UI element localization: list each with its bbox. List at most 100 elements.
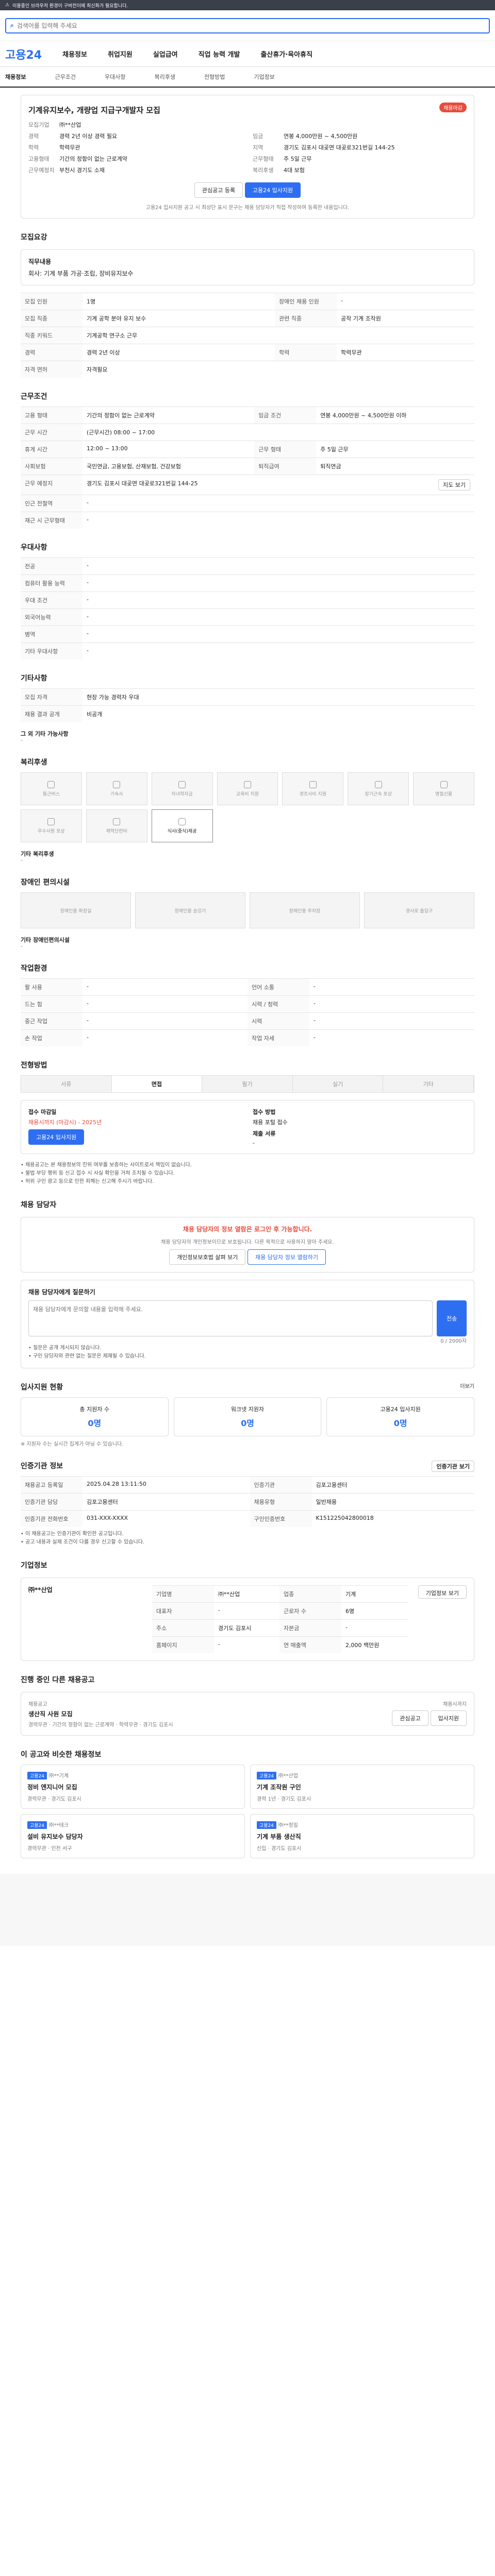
site-logo[interactable]: 고용24 bbox=[5, 46, 42, 62]
welfare-section-title: 복리후생 bbox=[21, 758, 47, 767]
search-input[interactable] bbox=[16, 22, 485, 29]
gift-icon bbox=[309, 781, 317, 788]
apply-button[interactable]: 고용24 입사지원 bbox=[244, 182, 301, 198]
view-contact-button[interactable]: 채용 담당자 정보 열람하기 bbox=[248, 1249, 326, 1265]
browser-warning-bar: ⚠ 이용중인 브라우저 환경이 구버전이에 최신화가 필요합니다. bbox=[0, 0, 495, 10]
table-row: 채용공고 등록일 2025.04.28 13:11:50 인증기관 김포고용센터 bbox=[21, 1476, 474, 1494]
table-row: 팔 사용 - 언어 소통 - bbox=[21, 978, 474, 996]
nav-vocational-training[interactable]: 직업 능력 개발 bbox=[199, 49, 240, 59]
tab-conditions[interactable]: 근무조건 bbox=[55, 73, 75, 81]
send-button[interactable]: 전송 bbox=[437, 1300, 467, 1336]
related-job-card[interactable]: 채용공고 생산직 사원 모집 경력무관 · 기간의 정함이 없는 근로계약 · … bbox=[21, 1692, 474, 1736]
table-row: 주소 경기도 김포시 자본금 - bbox=[152, 1619, 408, 1637]
table-row: 손 작업 - 작업 자세 - bbox=[21, 1029, 474, 1046]
etc-table: 모집 자격 현장 가능 경력자 우대 채용 결과 공개 비공개 bbox=[21, 688, 474, 722]
recommend-card[interactable]: 고용24 ㈜**산업 기계 조작원 구인 경력 1년 · 경기도 김포시 bbox=[250, 1765, 474, 1809]
welfare-item: 경조사비 지원 bbox=[282, 772, 344, 805]
tab-preferences[interactable]: 우대사항 bbox=[105, 73, 125, 81]
table-row: 드는 힘 - 시력 / 청력 - bbox=[21, 995, 474, 1013]
disability-item: 경사로 출입구 bbox=[364, 892, 474, 928]
env-table: 팔 사용 - 언어 소통 - 드는 힘 - 시력 / 청력 - 중근 작업 - 시력 - 손 작업… bbox=[21, 978, 474, 1046]
table-row: 근무 예정지 경기도 김포시 대곶면 대곶로321번길 144-25 지도 보기 bbox=[21, 474, 474, 495]
table-row: 인증기관 담당 김포고용센터 채용유형 일반채용 bbox=[21, 1493, 474, 1511]
browser-warning-text: 이용중인 브라우저 환경이 구버전이에 최신화가 필요합니다. bbox=[12, 3, 128, 9]
disability-section-title: 장애인 편의시설 bbox=[21, 878, 70, 887]
summary-item: 임금 연봉 4,000만원 ~ 4,500만원 bbox=[253, 133, 358, 140]
tab-company[interactable]: 기업정보 bbox=[254, 73, 274, 81]
scrap-button-related[interactable]: 관심공고 bbox=[392, 1710, 428, 1726]
recommend-section-title: 이 공고와 비슷한 채용정보 bbox=[21, 1751, 102, 1759]
tab-welfare[interactable]: 복리후생 bbox=[154, 73, 175, 81]
stat-card: 워크넷 지원자 0명 bbox=[173, 1397, 322, 1436]
basic-table: 채용공고 등록일 2025.04.28 13:11:50 인증기관 김포고용센터 인증… bbox=[21, 1476, 474, 1527]
nav-parental-leave[interactable]: 출산휴가·육아휴직 bbox=[260, 49, 312, 59]
step-item: 실기 bbox=[292, 1076, 384, 1092]
job-summary-grid: 모집기업 ㈜**산업 경력 경력 2년 이상 경력 필요 임금 연봉 4,000만원 … bbox=[28, 121, 467, 174]
table-row: 휴게 시간 12:00 ~ 13:00 근무 형태 주 5일 근무 bbox=[21, 440, 474, 458]
table-row: 직종 키워드 기계공학 연구소 근무 bbox=[21, 327, 474, 344]
welfare-item: 통근버스 bbox=[21, 772, 82, 805]
agency-button[interactable]: 인증기관 보기 bbox=[432, 1461, 474, 1472]
privacy-law-button[interactable]: 개인정보보호법 살펴 보기 bbox=[169, 1249, 246, 1265]
apply-button-related[interactable]: 입사지원 bbox=[430, 1710, 467, 1726]
conditions-section-title: 근무조건 bbox=[21, 393, 47, 401]
recommend-card[interactable]: 고용24 ㈜**기계 정비 엔지니어 모집 경력무관 · 경기도 김포시 bbox=[21, 1765, 245, 1809]
table-row: 전공 - bbox=[21, 557, 474, 575]
trophy-icon bbox=[47, 818, 55, 825]
step-item: 필기 bbox=[202, 1076, 293, 1092]
table-row: 대표자 - 근로자 수 6명 bbox=[152, 1602, 408, 1620]
nav-employment-support[interactable]: 취업지원 bbox=[108, 49, 133, 59]
question-textarea[interactable] bbox=[28, 1300, 433, 1336]
scrap-button[interactable]: 관심공고 등록 bbox=[194, 182, 243, 198]
warning-icon: ⚠ bbox=[5, 3, 10, 8]
tab-process[interactable]: 전형방법 bbox=[204, 73, 225, 81]
preferences-table: 전공 - 컴퓨터 활용 능력 - 우대 조건 - 외국어능력 - 병역 - 기타 우대사항… bbox=[21, 557, 474, 659]
education-icon bbox=[243, 781, 251, 788]
disability-item: 장애인용 승강기 bbox=[135, 892, 245, 928]
bus-icon bbox=[47, 781, 55, 788]
etc-sub-value: - bbox=[21, 738, 23, 743]
table-row: 외국어능력 - bbox=[21, 608, 474, 626]
etc-section-title: 기타사항 bbox=[21, 674, 47, 683]
company-info-button[interactable]: 기업정보 보기 bbox=[418, 1585, 467, 1599]
search-icon[interactable]: ⌕ bbox=[10, 22, 14, 29]
step-item: 기타 bbox=[383, 1076, 474, 1092]
recommend-grid: 고용24 ㈜**기계 정비 엔지니어 모집 경력무관 · 경기도 김포시 고용24 … bbox=[21, 1765, 474, 1858]
recommend-card[interactable]: 고용24 ㈜**정밀 기계 부품 생산직 신입 · 경기도 김포시 bbox=[250, 1814, 474, 1858]
table-row: 기업명 ㈜**산업 업종 기계 bbox=[152, 1585, 408, 1603]
stats-more-link[interactable]: 더보기 bbox=[460, 1382, 474, 1389]
welfare-item: 장기근속 포상 bbox=[348, 772, 409, 805]
welfare-item: 자녀학자금 bbox=[151, 772, 213, 805]
meal-icon bbox=[178, 818, 186, 825]
disability-etc-title: 기타 장애인편의시설 bbox=[21, 937, 70, 943]
job-title: 기계유지보수, 개량업 지급구개발자 모집 bbox=[28, 106, 160, 115]
process-section-title: 전형방법 bbox=[21, 1061, 47, 1070]
page-footer bbox=[0, 1874, 495, 1946]
stat-card: 고용24 입사지원 0명 bbox=[326, 1397, 474, 1436]
duty-box: 직무내용 회사: 기계 부품 가공·조립, 장비유지보수 bbox=[21, 249, 474, 285]
nav-jobs[interactable]: 채용정보 bbox=[62, 49, 87, 59]
table-row: 병역 - bbox=[21, 625, 474, 643]
disability-item: 장애인용 주차장 bbox=[250, 892, 360, 928]
disability-etc-value: - bbox=[21, 944, 23, 950]
env-section-title: 작업환경 bbox=[21, 964, 47, 973]
welfare-item: 명절선물 bbox=[413, 772, 474, 805]
welfare-grid: 통근버스 기숙사 자녀학자금 교육비 지원 경조사비 지원 장기근속 포상 명절… bbox=[21, 772, 474, 842]
table-row: 채용 결과 공개 비공개 bbox=[21, 705, 474, 722]
table-row: 중근 작업 - 시력 - bbox=[21, 1012, 474, 1030]
map-button[interactable]: 지도 보기 bbox=[438, 479, 470, 490]
recommend-card[interactable]: 고용24 ㈜**테크 설비 유지보수 담당자 경력무관 · 인천 서구 bbox=[21, 1814, 245, 1858]
question-box: 채용 담당자에게 질문하기 전송 0 / 2000자 • 질문은 공개 게시되지… bbox=[21, 1280, 474, 1368]
related-section-title: 진행 중인 다른 채용공고 bbox=[21, 1676, 95, 1684]
char-counter: 0 / 2000자 bbox=[440, 1338, 467, 1344]
process-apply-button[interactable]: 고용24 입사지원 bbox=[28, 1129, 85, 1145]
summary-item: 고용형태 기간의 정함이 없는 근로계약 bbox=[28, 156, 127, 162]
welfare-item-active: 식사(중식)제공 bbox=[151, 809, 213, 842]
basic-section-title: 인증기관 정보 인증기관 보기 bbox=[21, 1461, 474, 1472]
table-row: 경력 경력 2년 이상 학력 학력무관 bbox=[21, 344, 474, 361]
award-icon bbox=[374, 781, 382, 788]
table-row: 고용 형태 기간의 정함이 없는 근로계약 임금 조건 연봉 4,000만원 ~ 4,… bbox=[21, 406, 474, 424]
search-box[interactable]: ⌕ bbox=[5, 18, 490, 33]
tab-recruit[interactable]: 채용정보 bbox=[5, 73, 26, 81]
nav-unemployment-benefits[interactable]: 실업급여 bbox=[153, 49, 178, 59]
